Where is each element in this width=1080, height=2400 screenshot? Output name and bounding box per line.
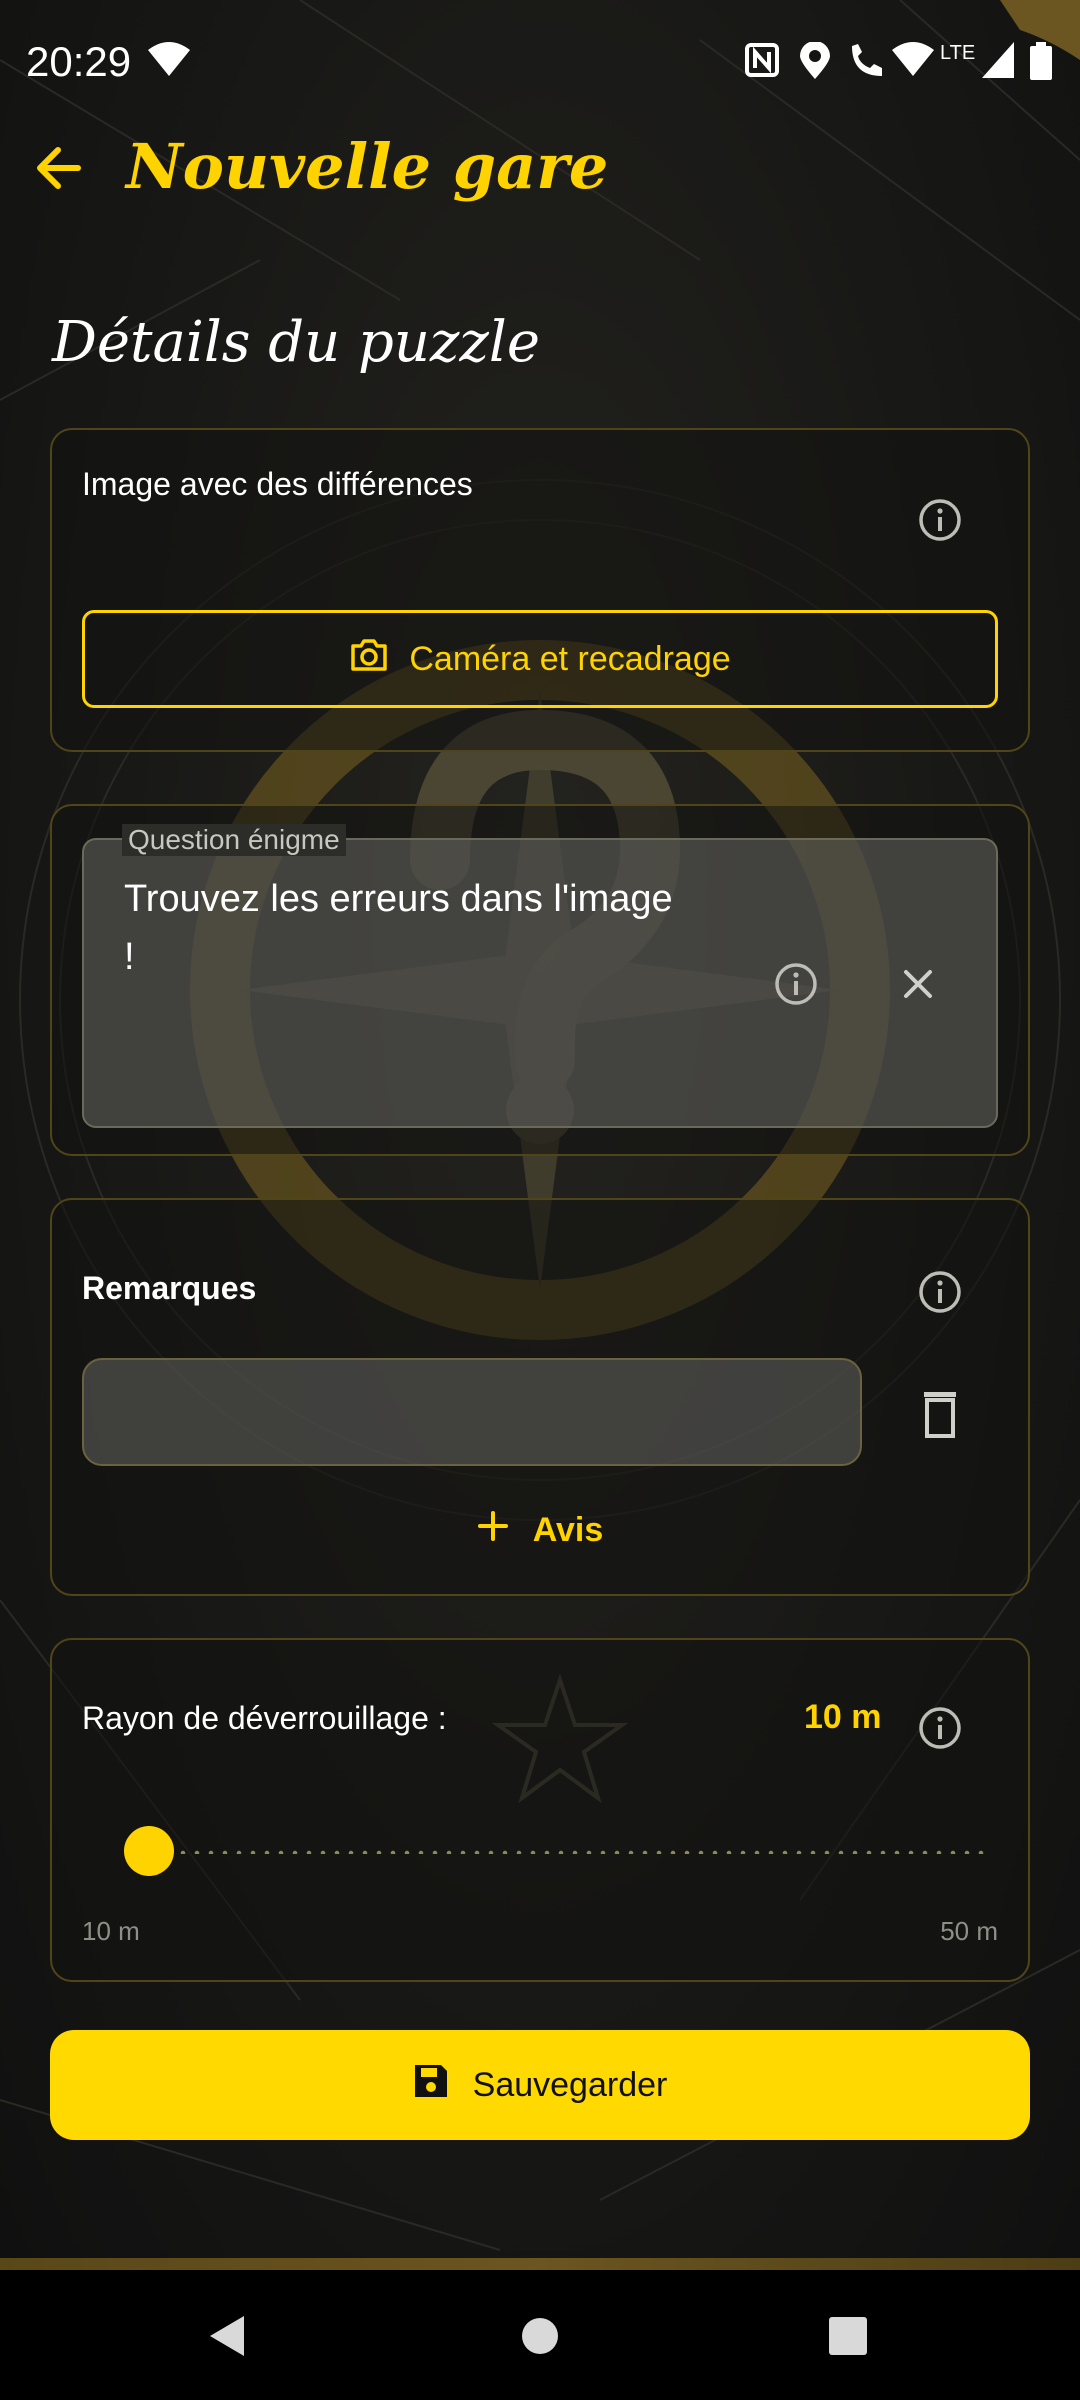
save-button-label: Sauvegarder bbox=[472, 2065, 668, 2104]
radius-slider-track[interactable] bbox=[148, 1850, 988, 1854]
add-remark-label: Avis bbox=[532, 1510, 604, 1549]
question-field-value[interactable]: Trouvez les erreurs dans l'image ! bbox=[124, 870, 784, 986]
add-remark-button[interactable]: Avis bbox=[52, 1500, 1028, 1560]
info-icon[interactable] bbox=[772, 960, 820, 1008]
status-time: 20:29 bbox=[26, 38, 132, 85]
network-type: LTE bbox=[940, 42, 976, 64]
save-button[interactable]: Sauvegarder bbox=[50, 2030, 1030, 2140]
image-card-label: Image avec des différences bbox=[82, 466, 473, 502]
section-title: Détails du puzzle bbox=[52, 310, 540, 375]
battery-icon bbox=[1030, 42, 1052, 85]
radius-slider-thumb[interactable] bbox=[124, 1826, 174, 1876]
camera-button[interactable]: Caméra et recadrage bbox=[82, 610, 998, 708]
nfc-icon bbox=[744, 42, 780, 83]
app-bar: Nouvelle gare bbox=[0, 124, 1080, 214]
image-card: Image avec des différences Caméra et rec… bbox=[50, 428, 1030, 752]
camera-button-label: Caméra et recadrage bbox=[409, 639, 731, 678]
camera-icon bbox=[349, 637, 389, 682]
remarks-card: Remarques Avis bbox=[50, 1198, 1030, 1596]
signal-icon bbox=[982, 42, 1014, 83]
plus-icon bbox=[477, 1510, 509, 1551]
home-circle-icon[interactable] bbox=[510, 2306, 570, 2366]
location-icon bbox=[800, 41, 830, 85]
info-icon[interactable] bbox=[916, 496, 964, 544]
info-icon[interactable] bbox=[916, 1268, 964, 1316]
navigation-bar bbox=[0, 2270, 1080, 2400]
bottom-decor-strip bbox=[0, 2258, 1080, 2270]
slider-min-label: 10 m bbox=[82, 1916, 140, 1946]
remark-input[interactable] bbox=[82, 1358, 862, 1466]
remarks-label: Remarques bbox=[82, 1270, 257, 1306]
arrow-left-icon[interactable] bbox=[30, 138, 90, 198]
question-field[interactable]: Question énigme Trouvez les erreurs dans… bbox=[82, 824, 998, 1128]
wifi-icon bbox=[148, 42, 190, 83]
close-icon[interactable] bbox=[894, 960, 942, 1008]
info-icon[interactable] bbox=[916, 1704, 964, 1752]
radius-value: 10 m bbox=[804, 1698, 882, 1736]
radius-card: Rayon de déverrouillage : 10 m 10 m 50 m bbox=[50, 1638, 1030, 1982]
trash-icon[interactable] bbox=[916, 1388, 964, 1438]
back-triangle-icon[interactable] bbox=[198, 2306, 258, 2366]
question-field-label: Question énigme bbox=[122, 824, 346, 856]
wifi-icon bbox=[892, 42, 934, 83]
question-card: Question énigme Trouvez les erreurs dans… bbox=[50, 804, 1030, 1156]
wifi-calling-icon bbox=[848, 42, 886, 85]
status-bar: 20:29 LTE bbox=[0, 0, 1080, 124]
recents-square-icon[interactable] bbox=[818, 2306, 878, 2366]
slider-max-label: 50 m bbox=[940, 1916, 998, 1946]
page-title: Nouvelle gare bbox=[126, 130, 609, 203]
radius-label: Rayon de déverrouillage : bbox=[82, 1700, 447, 1736]
save-icon bbox=[413, 2063, 449, 2108]
